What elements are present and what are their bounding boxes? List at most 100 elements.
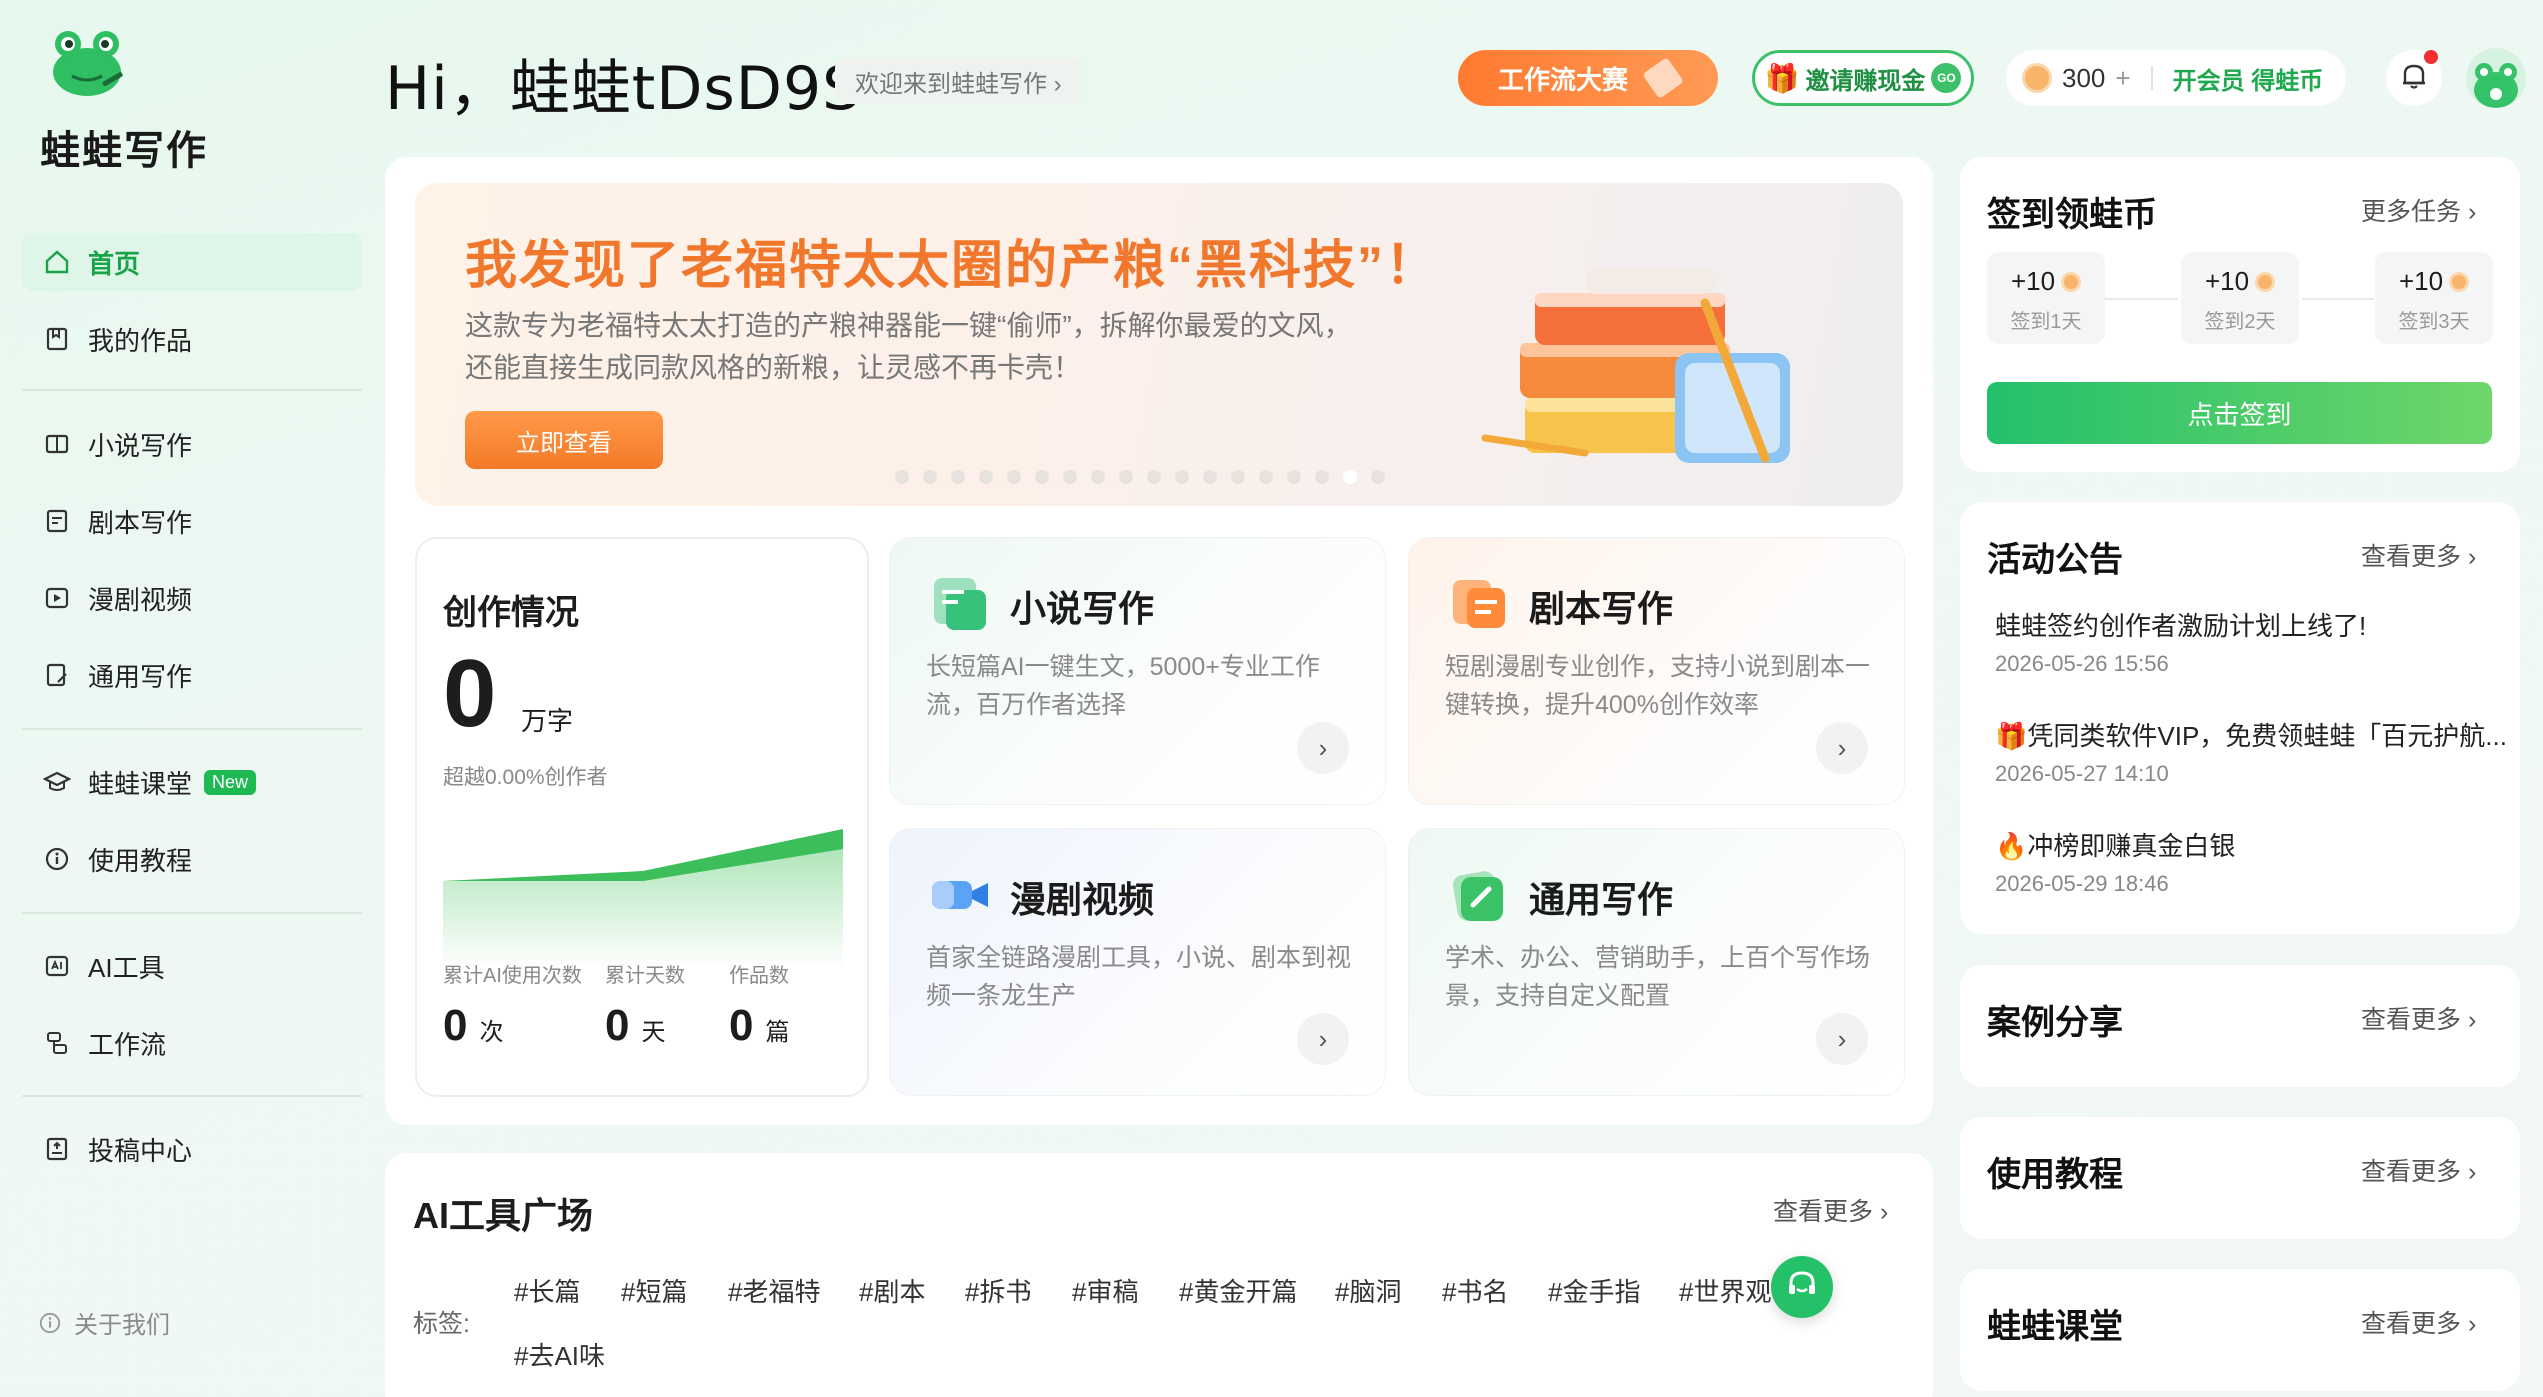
about-us-link[interactable]: 关于我们 <box>38 1305 170 1340</box>
classroom-more-link[interactable]: 查看更多 › <box>2361 1304 2476 1340</box>
tag-chip[interactable]: #短篇 <box>621 1272 687 1309</box>
checkin-button[interactable]: 点击签到 <box>1987 382 2492 444</box>
divider <box>22 912 362 914</box>
video-icon <box>42 583 72 613</box>
tag-chip[interactable]: #世界观 <box>1679 1272 1771 1309</box>
sidebar-item-script[interactable]: 剧本写作 <box>22 492 362 550</box>
sidebar-item-classroom[interactable]: 蛙蛙课堂 New <box>22 753 362 811</box>
go-badge: GO <box>1931 63 1962 93</box>
workflow-contest-label: 工作流大赛 <box>1497 64 1628 95</box>
sidebar-item-general[interactable]: 通用写作 <box>22 646 362 704</box>
carousel-dot[interactable] <box>1287 470 1301 484</box>
workflow-contest-button[interactable]: 工作流大赛 <box>1458 50 1718 106</box>
welcome-link[interactable]: 欢迎来到蛙蛙写作 › <box>835 58 1082 104</box>
frog-logo-icon[interactable] <box>42 22 132 102</box>
chevron-right-icon[interactable]: › <box>1816 722 1868 774</box>
about-us-label: 关于我们 <box>74 1312 170 1339</box>
tag-chip[interactable]: #老福特 <box>728 1272 820 1309</box>
carousel-dot[interactable] <box>1259 470 1273 484</box>
checkin-day[interactable]: +10 签到1天 <box>1987 252 2105 344</box>
chevron-right-icon[interactable]: › <box>1297 722 1349 774</box>
notice-date: 2026-05-29 18:46 <box>1995 871 2169 896</box>
carousel-dot[interactable] <box>1175 470 1189 484</box>
sidebar-item-workflow[interactable]: 工作流 <box>22 1014 362 1072</box>
carousel-dot[interactable] <box>1231 470 1245 484</box>
tag-chip[interactable]: #金手指 <box>1548 1272 1640 1309</box>
coins-plus-button[interactable]: + <box>2115 63 2130 94</box>
ai-tools-more-link[interactable]: 查看更多 › <box>1773 1192 1888 1228</box>
cases-more-link[interactable]: 查看更多 › <box>2361 1000 2476 1036</box>
chevron-right-icon[interactable]: › <box>1297 1013 1349 1065</box>
view-now-button[interactable]: 立即查看 <box>465 411 663 469</box>
chevron-right-icon[interactable]: › <box>1816 1013 1868 1065</box>
coin-icon <box>2022 63 2052 93</box>
customer-service-button[interactable] <box>1771 1256 1833 1318</box>
carousel-dot-active[interactable] <box>1343 470 1357 484</box>
banner-subtitle: 这款专为老福特太太打造的产粮神器能一键“偷师”，拆解你最爱的文风， 还能直接生成… <box>465 305 1465 389</box>
carousel-dot[interactable] <box>1091 470 1105 484</box>
notice-item[interactable]: 🔥冲榜即赚真金白银 <box>1995 826 2235 863</box>
coin-icon <box>2449 271 2470 292</box>
carousel-dot[interactable] <box>1371 470 1385 484</box>
tag-chip[interactable]: #剧本 <box>859 1272 925 1309</box>
promo-banner[interactable]: 我发现了老福特太太圈的产粮“黑科技”！ 这款专为老福特太太打造的产粮神器能一键“… <box>415 183 1903 506</box>
coins-bar[interactable]: 300 + 开会员 得蛙币 <box>2006 50 2346 106</box>
checkin-day[interactable]: +10 签到2天 <box>2181 252 2299 344</box>
carousel-dot[interactable] <box>923 470 937 484</box>
carousel-dot[interactable] <box>1315 470 1329 484</box>
sidebar: 蛙蛙写作 首页 我的作品 小说写作 剧本写作 漫剧视频 通用写作 蛙蛙课堂 Ne… <box>0 0 370 1397</box>
vip-link[interactable]: 开会员 得蛙币 <box>2173 61 2324 96</box>
avatar[interactable] <box>2466 48 2526 108</box>
carousel-dot[interactable] <box>951 470 965 484</box>
notices-more-link[interactable]: 查看更多 › <box>2361 537 2476 573</box>
feature-card-video[interactable]: 漫剧视频 首家全链路漫剧工具，小说、剧本到视频一条龙生产 › <box>889 828 1386 1096</box>
notice-item[interactable]: 蛙蛙签约创作者激励计划上线了! <box>1995 606 2366 643</box>
tag-chip[interactable]: #脑洞 <box>1335 1272 1401 1309</box>
carousel-dot[interactable] <box>1063 470 1077 484</box>
sidebar-item-novel[interactable]: 小说写作 <box>22 415 362 473</box>
sidebar-item-my-works[interactable]: 我的作品 <box>22 310 362 368</box>
invite-cash-button[interactable]: 🎁 邀请赚现金 GO <box>1752 50 1974 106</box>
tag-chip[interactable]: #审稿 <box>1072 1272 1138 1309</box>
banner-title: 我发现了老福特太太圈的产粮“黑科技”！ <box>465 237 1440 295</box>
stats-title: 创作情况 <box>443 594 579 632</box>
checkin-day[interactable]: +10 签到3天 <box>2375 252 2493 344</box>
sidebar-item-label: 投稿中心 <box>88 1135 193 1166</box>
carousel-dot[interactable] <box>1007 470 1021 484</box>
sidebar-item-video[interactable]: 漫剧视频 <box>22 569 362 627</box>
feature-card-script[interactable]: 剧本写作 短剧漫剧专业创作，支持小说到剧本一键转换，提升400%创作效率 › <box>1408 537 1905 805</box>
sidebar-item-submission[interactable]: 投稿中心 <box>22 1120 362 1178</box>
tag-chip[interactable]: #黄金开篇 <box>1179 1272 1297 1309</box>
tag-chip[interactable]: #书名 <box>1442 1272 1508 1309</box>
notices-title: 活动公告 <box>1987 541 2123 579</box>
stat-value: 0 <box>605 1001 630 1050</box>
tag-chip[interactable]: #长篇 <box>514 1272 580 1309</box>
carousel-dot[interactable] <box>1203 470 1217 484</box>
divider <box>22 389 362 391</box>
tutorial-more-link[interactable]: 查看更多 › <box>2361 1152 2476 1188</box>
carousel-dot[interactable] <box>1147 470 1161 484</box>
sidebar-item-label: 使用教程 <box>88 845 193 876</box>
tag-chip[interactable]: #去AI味 <box>514 1336 605 1373</box>
carousel-dot[interactable] <box>979 470 993 484</box>
ai-tools-title: AI工具广场 <box>413 1195 594 1236</box>
novel-doc-icon <box>930 574 990 634</box>
feature-card-novel[interactable]: 小说写作 长短篇AI一键生文，5000+专业工作流，百万作者选择 › <box>889 537 1386 805</box>
carousel-dot[interactable] <box>1035 470 1049 484</box>
carousel-dot[interactable] <box>895 470 909 484</box>
script-icon <box>42 506 72 536</box>
sidebar-item-ai-tools[interactable]: AI工具 <box>22 937 362 995</box>
sidebar-item-home[interactable]: 首页 <box>22 233 362 291</box>
ai-tools-icon <box>42 951 72 981</box>
checkin-title: 签到领蛙币 <box>1987 196 2157 234</box>
notification-button[interactable] <box>2386 50 2442 106</box>
carousel-dot[interactable] <box>1119 470 1133 484</box>
graduation-cap-icon <box>42 767 72 797</box>
progress-area-chart <box>443 829 843 969</box>
sidebar-item-tutorial[interactable]: 使用教程 <box>22 830 362 888</box>
feature-card-general[interactable]: 通用写作 学术、办公、营销助手，上百个写作场景，支持自定义配置 › <box>1408 828 1905 1096</box>
more-tasks-link[interactable]: 更多任务 › <box>2361 192 2476 228</box>
tag-chip[interactable]: #拆书 <box>965 1272 1031 1309</box>
stat-label: 作品数 <box>729 965 789 987</box>
notice-item[interactable]: 🎁凭同类软件VIP，免费领蛙蛙「百元护航... <box>1995 716 2507 753</box>
